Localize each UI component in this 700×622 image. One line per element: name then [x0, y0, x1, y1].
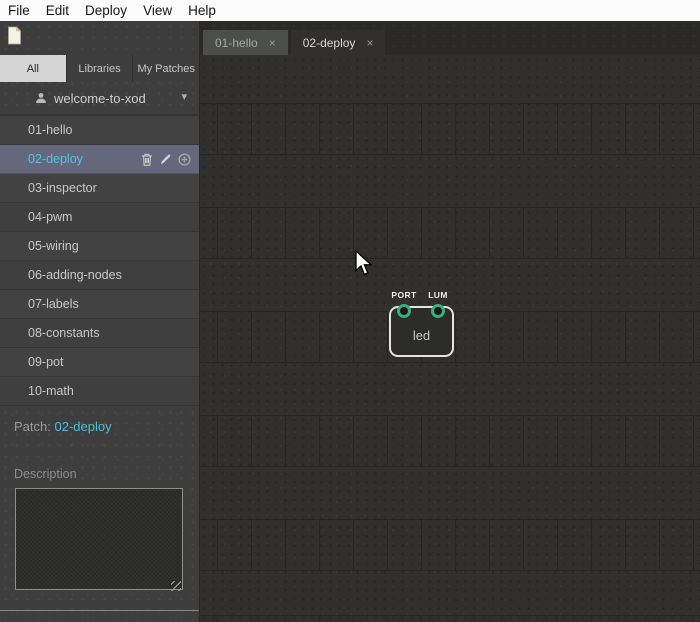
menu-item-edit[interactable]: Edit: [46, 3, 69, 18]
menu-item-deploy[interactable]: Deploy: [85, 3, 127, 18]
patch-info-link[interactable]: 02-deploy: [54, 419, 111, 434]
filter-tab-libraries[interactable]: Libraries: [67, 55, 134, 82]
tab-label: 02-deploy: [303, 36, 356, 50]
patch-row-07-labels[interactable]: 07-labels: [0, 290, 199, 319]
patch-row-02-deploy[interactable]: 02-deploy: [0, 145, 199, 174]
pencil-icon: [159, 153, 172, 166]
pin-lum[interactable]: [431, 304, 445, 318]
chevron-down-icon: ▾: [181, 90, 187, 103]
delete-patch-button[interactable]: [141, 153, 153, 166]
grid-band: [200, 615, 700, 622]
patch-info-label: Patch:: [14, 419, 51, 434]
trash-icon: [141, 153, 153, 166]
menu-item-file[interactable]: File: [8, 3, 30, 18]
project-name: welcome-to-xod: [54, 91, 146, 106]
filter-tab-my-patches[interactable]: My Patches: [133, 55, 199, 82]
plus-circle-icon: [178, 153, 191, 166]
rename-patch-button[interactable]: [159, 153, 172, 166]
pin-port[interactable]: [397, 304, 411, 318]
browser-filter-tabs: All Libraries My Patches: [0, 55, 199, 82]
node-led[interactable]: led: [389, 306, 454, 357]
sidebar-bottom-divider: [0, 610, 199, 611]
patch-row-09-pot[interactable]: 09-pot: [0, 348, 199, 377]
patch-list: 01-hello 02-deploy: [0, 114, 199, 406]
pin-label-port: PORT: [391, 290, 416, 300]
patch-row-label: 02-deploy: [28, 152, 83, 166]
description-wrap: [15, 488, 183, 595]
grid-band: [200, 519, 700, 571]
grid-band: [200, 103, 700, 155]
tab-label: 01-hello: [215, 36, 258, 50]
editor-tab-02-deploy[interactable]: 02-deploy ×: [291, 30, 386, 55]
document-icon: [7, 26, 22, 45]
patch-row-actions: [141, 145, 191, 173]
patch-row-05-wiring[interactable]: 05-wiring: [0, 232, 199, 261]
tab-close-icon[interactable]: ×: [366, 37, 373, 49]
add-patch-button[interactable]: [178, 153, 191, 166]
top-bar: 01-hello × 02-deploy ×: [0, 21, 700, 55]
grid-band: [200, 207, 700, 259]
patch-row-03-inspector[interactable]: 03-inspector: [0, 174, 199, 203]
patch-canvas[interactable]: PORT LUM led: [199, 55, 700, 622]
menu-item-help[interactable]: Help: [188, 3, 216, 18]
user-icon: [35, 92, 47, 104]
menu-item-view[interactable]: View: [143, 3, 172, 18]
patch-row-06-adding-nodes[interactable]: 06-adding-nodes: [0, 261, 199, 290]
project-browser-sidebar: All Libraries My Patches welcome-to-xod …: [0, 55, 199, 622]
description-label: Description: [0, 467, 199, 481]
toolbar: [0, 21, 199, 55]
patch-row-08-constants[interactable]: 08-constants: [0, 319, 199, 348]
xod-ide-window: File Edit Deploy View Help 01-hello × 02…: [0, 0, 700, 622]
editor-tab-01-hello[interactable]: 01-hello ×: [203, 30, 288, 55]
current-patch-info: Patch: 02-deploy: [0, 419, 199, 434]
filter-tab-all[interactable]: All: [0, 55, 67, 82]
node-title: led: [413, 328, 430, 343]
pin-label-lum: LUM: [428, 290, 448, 300]
editor-tab-bar: 01-hello × 02-deploy ×: [199, 21, 700, 55]
patch-row-04-pwm[interactable]: 04-pwm: [0, 203, 199, 232]
patch-row-10-math[interactable]: 10-math: [0, 377, 199, 406]
menu-bar: File Edit Deploy View Help: [0, 0, 700, 21]
editor-tabs: 01-hello × 02-deploy ×: [203, 30, 388, 55]
description-input[interactable]: [15, 488, 183, 590]
tab-close-icon[interactable]: ×: [269, 37, 276, 49]
patch-row-01-hello[interactable]: 01-hello: [0, 116, 199, 145]
grid-band: [200, 415, 700, 467]
new-patch-button[interactable]: [7, 26, 23, 46]
project-selector[interactable]: welcome-to-xod ▾: [0, 82, 199, 114]
